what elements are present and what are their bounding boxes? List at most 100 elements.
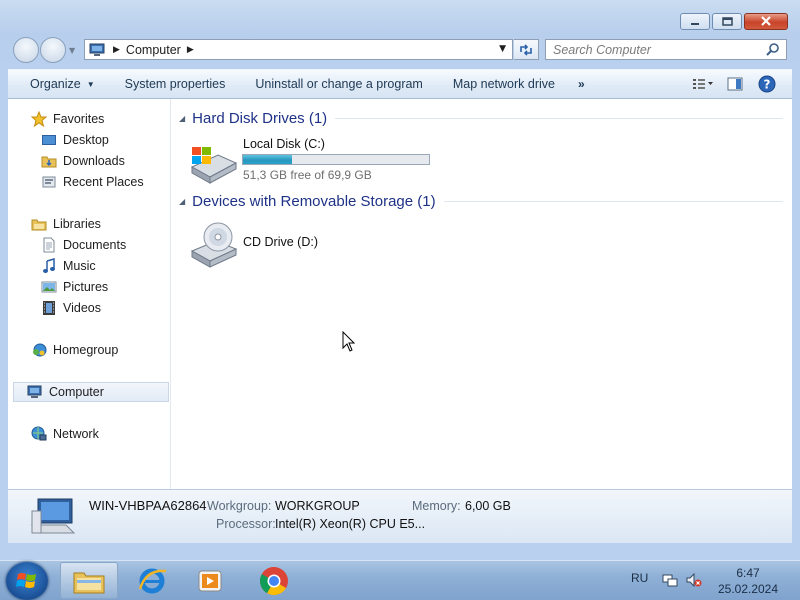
nav-network-label: Network: [53, 427, 99, 441]
start-button[interactable]: [6, 562, 48, 600]
nav-desktop[interactable]: Desktop: [40, 130, 109, 150]
details-pane: WIN-VHBPAA62864 Workgroup: WORKGROUP Mem…: [8, 489, 792, 543]
breadcrumb-location[interactable]: Computer: [126, 43, 181, 57]
group-header-removable[interactable]: ◢ Devices with Removable Storage (1): [179, 193, 783, 210]
taskbar: RU 6:47 25.02.2024: [0, 560, 800, 600]
group-title-removable: Devices with Removable Storage (1): [192, 193, 436, 210]
mouse-cursor-icon: [342, 331, 356, 352]
nav-pictures-label: Pictures: [63, 280, 109, 294]
nav-network[interactable]: Network: [30, 424, 99, 444]
preview-pane-button[interactable]: [724, 75, 746, 93]
back-button[interactable]: [13, 37, 39, 63]
change-view-button[interactable]: [692, 75, 714, 93]
downloads-folder-icon: [40, 153, 58, 169]
star-icon: [30, 111, 48, 127]
nav-libraries[interactable]: Libraries: [30, 214, 101, 234]
workgroup-label: Workgroup:: [207, 499, 272, 513]
volume-muted-icon[interactable]: [686, 573, 702, 587]
media-player-icon: [198, 570, 222, 591]
recent-pages-dropdown[interactable]: ▼: [69, 46, 75, 55]
local-disk-usage-fill: [243, 155, 293, 164]
libraries-icon: [30, 216, 48, 232]
minimize-icon: [691, 22, 699, 25]
local-disk-usage-bar: [242, 154, 430, 165]
computer-icon: [26, 384, 44, 400]
system-properties-button[interactable]: System properties: [110, 70, 241, 98]
nav-computer[interactable]: Computer: [13, 382, 169, 402]
music-icon: [40, 258, 58, 274]
more-commands-button[interactable]: »: [570, 70, 593, 98]
nav-recent-places-label: Recent Places: [63, 175, 144, 189]
nav-documents[interactable]: Documents: [40, 235, 126, 255]
nav-music[interactable]: Music: [40, 256, 96, 276]
window-controls: [680, 13, 788, 30]
close-button[interactable]: [744, 13, 788, 30]
recent-places-icon: [40, 174, 58, 190]
uninstall-program-button[interactable]: Uninstall or change a program: [240, 70, 437, 98]
breadcrumb-separator[interactable]: ▶: [113, 45, 120, 55]
help-icon: ?: [758, 75, 776, 93]
clock-date: 25.02.2024: [717, 582, 779, 596]
forward-button[interactable]: [40, 37, 66, 63]
nav-pictures[interactable]: Pictures: [40, 277, 108, 297]
maximize-button[interactable]: [712, 13, 742, 30]
nav-recent-places[interactable]: Recent Places: [40, 172, 144, 192]
nav-libraries-label: Libraries: [53, 217, 101, 231]
folder-icon: [73, 572, 105, 593]
search-input[interactable]: [546, 41, 764, 58]
group-divider: [443, 201, 783, 202]
computer-name: WIN-VHBPAA62864: [89, 498, 207, 513]
nav-favorites-label: Favorites: [53, 112, 105, 126]
windows-logo-icon: [16, 573, 36, 588]
map-network-drive-button[interactable]: Map network drive: [438, 70, 570, 98]
search-box[interactable]: [545, 39, 787, 60]
nav-favorites[interactable]: Favorites: [30, 109, 104, 129]
nav-downloads-label: Downloads: [63, 154, 125, 168]
cd-drive-item[interactable]: CD Drive (D:): [188, 219, 388, 269]
minimize-button[interactable]: [680, 13, 710, 30]
system-clock[interactable]: 6:47 25.02.2024: [712, 565, 784, 597]
organize-menu[interactable]: Organize ▼: [8, 70, 110, 98]
hard-drive-icon: [190, 147, 238, 184]
chrome-icon: [260, 566, 288, 595]
nav-videos[interactable]: Videos: [40, 298, 101, 318]
taskbar-ie-button[interactable]: [123, 562, 181, 599]
taskbar-chrome-button[interactable]: [245, 562, 303, 599]
address-history-dropdown[interactable]: ▼: [499, 44, 506, 54]
nav-homegroup[interactable]: Homegroup: [30, 340, 118, 360]
local-disk-item[interactable]: Local Disk (C:) 51,3 GB free of 69,9 GB: [188, 135, 468, 185]
address-bar[interactable]: ▶ Computer ▶ ▼: [84, 39, 513, 60]
explorer-window: ▼ ▶ Computer ▶ ▼ Organize ▼ System prope…: [0, 0, 800, 560]
network-tray-icon[interactable]: [662, 573, 678, 587]
collapse-arrow-icon[interactable]: ◢: [179, 114, 185, 123]
search-icon[interactable]: [764, 42, 782, 58]
preview-pane-icon: [727, 77, 743, 91]
group-header-hard-disks[interactable]: ◢ Hard Disk Drives (1): [179, 110, 783, 127]
breadcrumb-separator[interactable]: ▶: [187, 45, 194, 55]
group-title-hard-disks: Hard Disk Drives (1): [192, 110, 328, 127]
nav-downloads[interactable]: Downloads: [40, 151, 125, 171]
nav-desktop-label: Desktop: [63, 133, 109, 147]
clock-time: 6:47: [736, 566, 760, 580]
processor-value: Intel(R) Xeon(R) CPU E5...: [275, 517, 426, 531]
language-indicator[interactable]: RU: [631, 571, 648, 585]
taskbar-media-player-button[interactable]: [181, 562, 239, 599]
svg-text:?: ?: [764, 78, 771, 92]
nav-documents-label: Documents: [63, 238, 127, 252]
memory-label: Memory:: [412, 499, 461, 513]
refresh-button[interactable]: [514, 39, 539, 60]
computer-icon: [30, 498, 76, 534]
close-icon: [761, 16, 771, 26]
help-button[interactable]: ?: [756, 75, 778, 93]
computer-icon: [89, 43, 105, 56]
documents-icon: [40, 237, 58, 253]
cd-drive-name: CD Drive (D:): [243, 235, 318, 249]
workgroup-value: WORKGROUP: [275, 499, 360, 513]
homegroup-icon: [30, 342, 48, 358]
taskbar-explorer-button[interactable]: [60, 562, 118, 599]
collapse-arrow-icon[interactable]: ◢: [179, 197, 185, 206]
processor-label: Processor:: [216, 517, 276, 531]
network-icon: [30, 426, 48, 442]
memory-value: 6,00 GB: [465, 499, 511, 513]
local-disk-name: Local Disk (C:): [243, 137, 325, 151]
